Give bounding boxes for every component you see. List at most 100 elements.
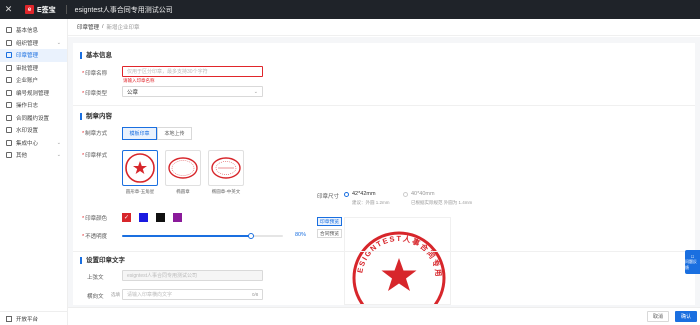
tab-contract-preview[interactable]: 合同预览 (317, 229, 342, 238)
divider (65, 5, 67, 14)
lower-text-input[interactable]: 请输入印章横向文字 (122, 289, 263, 300)
sidebar-item-label: 操作日志 (16, 103, 39, 110)
seal-icon (6, 52, 12, 59)
breadcrumb-parent[interactable]: 印章管理 (77, 23, 99, 31)
sidebar-item-label: 企业账户 (16, 78, 39, 85)
seal-name-input[interactable]: 仅用于区分印章，最多支持30个字符 (122, 66, 263, 77)
feedback-button[interactable]: ☐ 问题反馈 (685, 250, 700, 274)
open-platform-label: 开放平台 (16, 316, 39, 323)
sidebar-item-approval[interactable]: 审批管理 (0, 62, 67, 75)
close-icon[interactable]: ✕ (0, 0, 17, 19)
opacity-slider-thumb[interactable] (247, 233, 254, 239)
tab-seal-preview[interactable]: 印章预览 (317, 217, 342, 226)
sidebar-item-label: 其他 (16, 153, 28, 160)
sidebar-item-label: 编号规则管理 (16, 90, 50, 97)
main-area: 基本信息 *印章名称 仅用于区分印章，最多支持30个字符 请输入印章名称 *印章… (68, 37, 700, 307)
confirm-button[interactable]: 确认 (675, 311, 697, 322)
size-40-radio[interactable] (403, 192, 408, 197)
sidebar-item-other[interactable]: 其他 ⌄ (0, 149, 67, 162)
ellipse-bilingual-seal-icon (211, 157, 241, 179)
style-ellipse-caption: 椭圆章 (176, 189, 190, 194)
sidebar-item-log[interactable]: 操作日志 (0, 99, 67, 112)
sidebar-item-numbering[interactable]: 编号规则管理 (0, 87, 67, 100)
style-ellipse-bilingual-caption: 椭圆章-中英文 (211, 189, 241, 194)
sidebar-item-label: 印章管理 (16, 53, 39, 60)
lower-text-label: 横向文 (87, 294, 104, 300)
style-circle-star-card[interactable] (122, 150, 158, 186)
seal-color-label: *印章颜色 (82, 216, 108, 222)
sidebar-item-label: 水印设置 (16, 128, 39, 135)
sidebar-item-basic-info[interactable]: 基本信息 (0, 24, 67, 37)
approval-icon (6, 64, 12, 71)
footer-bar: 取消 确认 (68, 307, 700, 325)
style-ellipse-bilingual-card[interactable] (208, 150, 244, 186)
seal-type-value: 公章 (127, 89, 139, 96)
sidebar-item-label: 基本信息 (16, 28, 39, 35)
size-42-hint: 建议：外圆 1.2mm (352, 200, 390, 205)
platform-icon (6, 315, 12, 322)
color-swatch-purple[interactable] (173, 213, 182, 222)
chevron-down-icon: ⌄ (56, 139, 61, 146)
more-icon (6, 152, 12, 159)
seal-type-select[interactable]: 公章 ⌄ (122, 86, 263, 97)
opacity-value: 80% (295, 232, 307, 238)
chevron-down-icon: ⌄ (56, 39, 61, 46)
opacity-label: *不透明度 (82, 234, 108, 240)
sidebar-item-watermark[interactable]: 水印设置 (0, 124, 67, 137)
feedback-label: 问题反馈 (685, 258, 697, 270)
seal-preview: ESIGNTEST人事合同专用测试公司 (344, 217, 451, 305)
svg-text:ESIGNTEST人事合同专用测试公司: ESIGNTEST人事合同专用测试公司 (345, 218, 443, 278)
size-42-radio[interactable] (344, 192, 349, 197)
size-40-label: 40*40mm (411, 191, 435, 197)
section-make-title: 制章内容 (80, 113, 112, 120)
info-icon (6, 27, 12, 34)
upper-text-label: 上弦文 (87, 275, 104, 281)
seal-type-label: *印章类型 (82, 91, 108, 97)
sidebar-item-integration[interactable]: 集成中心 ⌄ (0, 137, 67, 150)
style-circle-star-caption: 圆形章-五角星 (125, 189, 155, 194)
log-icon (6, 102, 12, 109)
open-platform-link[interactable]: 开放平台 (0, 311, 68, 325)
color-swatch-blue[interactable] (139, 213, 148, 222)
color-swatch-black[interactable] (156, 213, 165, 222)
logo-mark: e (25, 5, 34, 14)
sidebar-item-label: 组织管理 (16, 40, 39, 47)
divider (73, 251, 695, 252)
chevron-down-icon: ⌄ (253, 88, 258, 95)
form-panel: 基本信息 *印章名称 仅用于区分印章，最多支持30个字符 请输入印章名称 *印章… (73, 43, 695, 305)
top-bar: ✕ e E签宝 esigntest人事合同专用测试公司 (0, 0, 700, 19)
size-42-label: 42*42mm (352, 191, 376, 197)
lower-text-counter: 0/8 (252, 292, 259, 297)
logo: e E签宝 (25, 5, 56, 15)
seal-arc-text: ESIGNTEST人事合同专用测试公司 (345, 218, 442, 278)
cancel-button[interactable]: 取消 (647, 311, 669, 322)
section-text-title: 设置印章文字 (80, 257, 125, 264)
sidebar-item-org[interactable]: 组织管理 ⌄ (0, 37, 67, 50)
style-ellipse-card[interactable] (165, 150, 201, 186)
ellipse-seal-icon (168, 157, 198, 179)
sidebar: 基本信息 组织管理 ⌄ 印章管理 审批管理 企业账户 编号规则管理 操作日志 合同… (0, 19, 68, 325)
sidebar-item-label: 审批管理 (16, 65, 39, 72)
account-icon (6, 77, 12, 84)
opacity-slider-fill (122, 235, 251, 237)
upper-text-input[interactable]: esigntest人事合同专用测试公司 (122, 270, 263, 281)
numbering-icon (6, 89, 12, 96)
method-template-button[interactable]: 模板印章 (122, 127, 157, 140)
company-title: esigntest人事合同专用测试公司 (74, 6, 173, 14)
sidebar-item-label: 合同履约设置 (16, 115, 50, 122)
breadcrumb: 印章管理 / 新增企业印章 (68, 19, 700, 36)
watermark-icon (6, 127, 12, 134)
size-40-hint: 已根据实际规范 外圆为 1.4mm (411, 200, 473, 205)
breadcrumb-separator: / (102, 24, 104, 30)
org-icon (6, 39, 12, 46)
seal-name-label: *印章名称 (82, 71, 108, 77)
color-swatch-red[interactable]: ✓ (122, 213, 131, 222)
section-basic-title: 基本信息 (80, 52, 112, 59)
make-method-label: *制章方式 (82, 131, 108, 137)
sidebar-item-account[interactable]: 企业账户 (0, 74, 67, 87)
sidebar-item-label: 集成中心 (16, 140, 39, 147)
sidebar-item-seal[interactable]: 印章管理 (0, 49, 67, 62)
sidebar-item-contract[interactable]: 合同履约设置 (0, 112, 67, 125)
method-upload-button[interactable]: 本地上传 (157, 127, 192, 140)
chevron-down-icon: ⌄ (56, 152, 61, 159)
